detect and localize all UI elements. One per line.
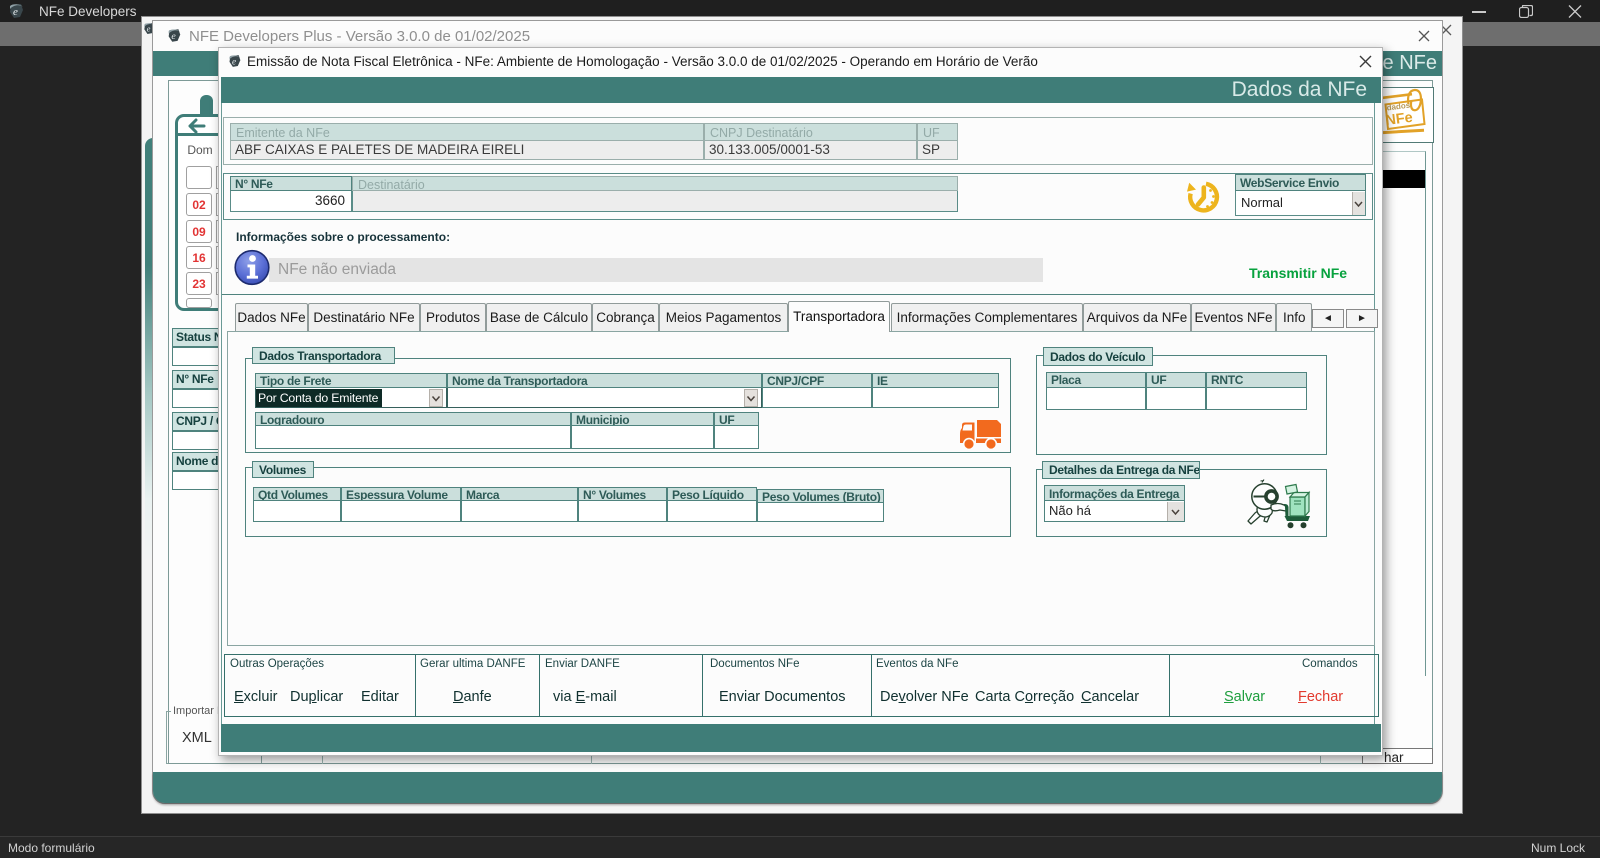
svg-text:e: e xyxy=(171,31,176,42)
svg-text:e: e xyxy=(232,56,236,66)
svg-text:e: e xyxy=(13,6,18,18)
svg-text:NFe: NFe xyxy=(1385,110,1414,129)
svg-text:e: e xyxy=(147,24,151,34)
